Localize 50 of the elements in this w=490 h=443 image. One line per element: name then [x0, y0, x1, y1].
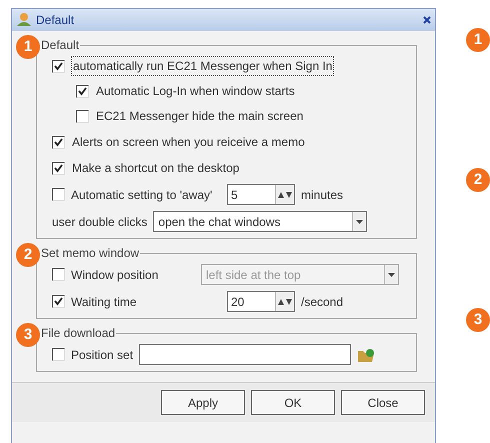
spin-field[interactable]: 20 [227, 291, 295, 312]
checkbox[interactable] [52, 162, 65, 174]
checkbox[interactable] [76, 84, 89, 98]
spin-field[interactable]: 5 [227, 184, 295, 205]
number-badge: 1 [16, 35, 40, 59]
caret-icon [356, 220, 364, 224]
checkbox[interactable] [52, 188, 65, 201]
checkbox-label: EC21 Messenger hide the main screen [95, 108, 304, 125]
unit-label: minutes [301, 186, 344, 204]
path-field[interactable] [139, 344, 352, 365]
checkbox[interactable] [52, 60, 65, 72]
checkbox[interactable] [76, 110, 89, 122]
checkbox[interactable] [52, 136, 65, 148]
dialog-button[interactable]: OK [251, 390, 335, 415]
checkbox[interactable] [52, 295, 65, 308]
checkbox-label: Make a shortcut on the desktop [71, 160, 240, 177]
number-badge: 2 [16, 243, 40, 267]
checkbox-label: Waiting time [71, 294, 138, 310]
window-title: Default [36, 12, 76, 29]
checkbox-label: Automatic Log-In when window starts [95, 83, 296, 100]
app-logo-icon [16, 12, 32, 28]
dropdown[interactable]: open the chat windows [153, 211, 368, 232]
checkbox-label: Position set [71, 346, 134, 364]
number-badge: 3 [466, 308, 490, 332]
spin-buttons[interactable] [275, 292, 294, 311]
checkbox-label: Window position [71, 266, 160, 284]
checkmark-icon [54, 297, 63, 306]
down-arrow-icon [286, 298, 292, 304]
checkbox-label: Alerts on screen when you reiceive a memo [71, 134, 306, 151]
number-badge: 3 [16, 323, 40, 347]
checkmark-icon [78, 86, 87, 96]
checkbox-label: Automatic setting to 'away' [71, 186, 214, 204]
folder-icon[interactable] [357, 346, 376, 362]
up-arrow-icon [278, 192, 284, 198]
number-badge: 1 [466, 28, 490, 52]
up-arrow-icon [278, 298, 284, 304]
checkmark-icon [54, 62, 63, 70]
checkmark-icon [54, 164, 63, 172]
spin-buttons[interactable] [275, 185, 294, 204]
caret-icon [388, 272, 395, 276]
dialog-button[interactable]: Close [341, 390, 425, 415]
checkbox-label: automatically run EC21 Messenger when Sign In [71, 56, 334, 76]
dialog-button[interactable]: Apply [161, 390, 245, 415]
checkmark-icon [54, 138, 63, 146]
number-badge: 2 [466, 168, 490, 192]
close-icon[interactable] [423, 16, 431, 24]
checkbox[interactable] [52, 348, 65, 361]
unit-label: /second [301, 294, 344, 310]
down-arrow-icon [286, 192, 292, 198]
field-label: user double clicks [52, 214, 148, 230]
